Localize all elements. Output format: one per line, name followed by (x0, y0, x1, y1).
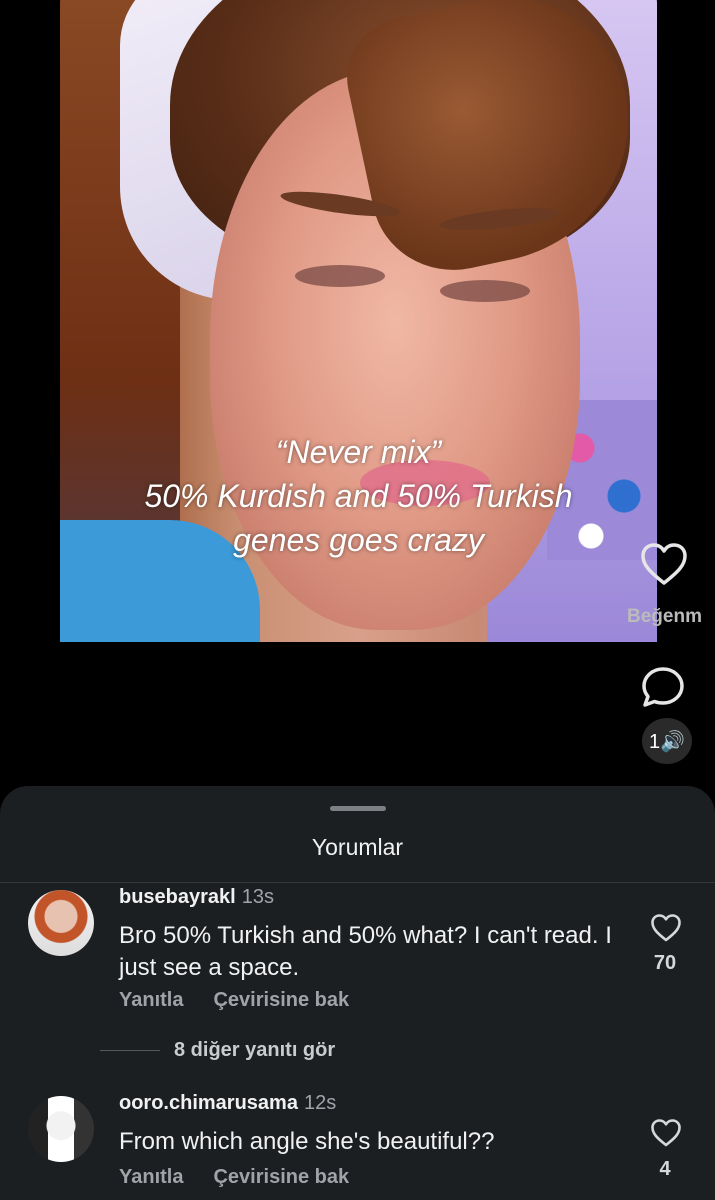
video-frame[interactable]: “Never mix” 50% Kurdish and 50% Turkish … (60, 0, 657, 758)
comment-like-count: 4 (659, 1158, 671, 1180)
caption-line-1: “Never mix” (275, 434, 442, 470)
comment-username[interactable]: ooro.chimarusama 12s (119, 1092, 336, 1115)
caption-line-2: 50% Kurdish and 50% Turkish (144, 478, 573, 514)
caption-line-3: genes goes crazy (233, 522, 484, 558)
comment-bubble-icon[interactable] (640, 665, 686, 709)
sheet-drag-handle[interactable] (330, 806, 386, 811)
speaker-icon: 1🔊 (648, 730, 686, 753)
username-link[interactable]: ooro.chimarusama (119, 1092, 298, 1114)
avatar[interactable] (28, 1096, 94, 1162)
comment-like-heart-icon[interactable] (650, 1118, 682, 1148)
reply-button[interactable]: Yanıtla (119, 1166, 183, 1188)
more-replies-label[interactable]: 8 diğer yanıtı gör (174, 1039, 335, 1061)
reply-button[interactable]: Yanıtla (119, 989, 183, 1011)
video-area[interactable]: “Never mix” 50% Kurdish and 50% Turkish … (0, 0, 715, 800)
video-thumbnail: “Never mix” 50% Kurdish and 50% Turkish … (60, 0, 657, 642)
comment-time: 12s (303, 1092, 337, 1114)
see-translation-button[interactable]: Çevirisine bak (213, 989, 349, 1011)
see-translation-button[interactable]: Çevirisine bak (213, 1166, 349, 1188)
like-label[interactable]: Beğenm (627, 606, 715, 628)
comment-like-heart-icon[interactable] (650, 913, 682, 943)
comment-actions: Yanıtla Çevirisine bak (119, 1166, 379, 1189)
divider (0, 882, 715, 883)
avatar[interactable] (28, 890, 94, 956)
video-caption: “Never mix” 50% Kurdish and 50% Turkish … (60, 430, 657, 562)
comments-sheet: Yorumlar busebayrakl 13s Bro 50% Turkish … (0, 786, 715, 1200)
comment-actions: Yanıtla Çevirisine bak (119, 989, 379, 1012)
comment-time: 13s (241, 886, 274, 908)
sound-toggle-button[interactable]: 1🔊 (642, 718, 692, 764)
comment-like-count: 70 (653, 952, 677, 974)
comment-text: From which angle she's beautiful?? (119, 1128, 495, 1155)
like-heart-icon[interactable] (640, 542, 688, 586)
reply-line (100, 1050, 160, 1052)
comment-text: Bro 50% Turkish and 50% what? I can't re… (119, 922, 612, 981)
username-link[interactable]: busebayrakl (119, 886, 236, 908)
sheet-title: Yorumlar (311, 834, 404, 860)
view-more-replies-button[interactable]: 8 diğer yanıtı gör (100, 1039, 335, 1062)
comment-username[interactable]: busebayrakl 13s (119, 886, 274, 909)
